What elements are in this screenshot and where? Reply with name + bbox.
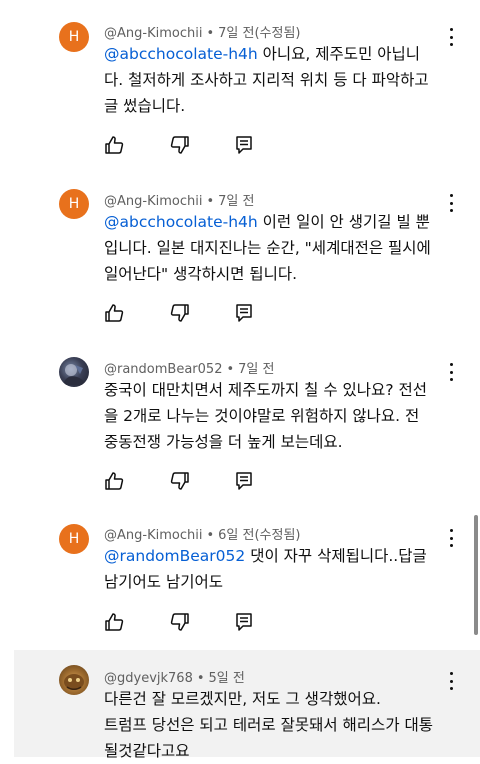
comment-line: 일어난다" 생각하시면 됩니다. [104, 265, 298, 283]
thumbs-up-icon[interactable] [104, 303, 124, 323]
comment-thread-item: H @Ang-Kimochii • 7일 전 @abcchocolate-h4h 이… [0, 160, 480, 330]
comment-reply-icon[interactable] [234, 135, 254, 155]
author-handle[interactable]: @Ang-Kimochii [104, 26, 202, 41]
comment-thread-item-highlighted: @gdyevjk768 • 5일 전 다른건 잘 모르겠지만, 저도 그 생각했어요… [14, 650, 480, 760]
comment-reply-icon[interactable] [234, 612, 254, 632]
comment-line: 될것같다고요 [104, 742, 190, 760]
avatar-image [63, 364, 85, 385]
comment-reply-icon[interactable] [234, 471, 254, 491]
avatar-image [64, 674, 84, 690]
comment-line: 이런 일이 안 생기길 빌 뿐 [262, 213, 430, 231]
more-vertical-icon[interactable] [445, 194, 457, 212]
author-handle[interactable]: @Ang-Kimochii [104, 528, 202, 543]
avatar[interactable]: H [59, 189, 89, 219]
avatar-letter: H [68, 531, 80, 547]
comment-text: @abcchocolate-h4h 아니요, 제주도민 아닙니 다. 철저하게 … [104, 41, 454, 119]
more-vertical-icon[interactable] [445, 28, 457, 46]
scrollbar[interactable] [474, 515, 478, 635]
comment-line: 입니다. 일본 대지진나는 순간, "세계대전은 필시에 [104, 239, 431, 257]
meta-separator: • [206, 194, 215, 209]
comment-actions [104, 471, 264, 491]
comment-actions [104, 303, 264, 323]
comment-thread-item: H @Ang-Kimochii • 6일 전(수정됨) @randomBear052… [0, 500, 480, 650]
avatar[interactable]: H [59, 22, 89, 52]
avatar[interactable]: H [59, 524, 89, 554]
thumbs-up-icon[interactable] [104, 471, 124, 491]
meta-separator: • [196, 671, 205, 686]
comment-line: 중동전쟁 가능성을 더 높게 보는데요. [104, 433, 343, 451]
comment-timestamp[interactable]: 7일 전(수정됨) [218, 26, 300, 41]
comment-line: 글 썼습니다. [104, 97, 186, 115]
thumbs-up-icon[interactable] [104, 135, 124, 155]
author-handle[interactable]: @Ang-Kimochii [104, 194, 202, 209]
more-vertical-icon[interactable] [445, 672, 457, 690]
comment-reply-icon[interactable] [234, 303, 254, 323]
comment-timestamp[interactable]: 7일 전 [238, 362, 274, 377]
comment-timestamp[interactable]: 6일 전(수정됨) [218, 528, 300, 543]
thumbs-down-icon[interactable] [170, 135, 190, 155]
comment-line: 다른건 잘 모르겠지만, 저도 그 생각했어요. [104, 690, 381, 708]
thumbs-down-icon[interactable] [170, 303, 190, 323]
mention-link[interactable]: @randomBear052 [104, 547, 245, 565]
thumbs-up-icon[interactable] [104, 612, 124, 632]
author-handle[interactable]: @gdyevjk768 [104, 671, 193, 686]
meta-separator: • [226, 362, 235, 377]
comment-timestamp[interactable]: 7일 전 [218, 194, 254, 209]
author-handle[interactable]: @randomBear052 [104, 362, 222, 377]
comment-thread-item: @randomBear052 • 7일 전 중국이 대만치면서 제주도까지 칠 수 … [0, 330, 480, 500]
comment-line: 남기어도 남기어도 [104, 573, 224, 591]
mention-link[interactable]: @abcchocolate-h4h [104, 213, 258, 231]
comment-timestamp[interactable]: 5일 전 [209, 671, 245, 686]
comment-line: 중국이 대만치면서 제주도까지 칠 수 있나요? 전선 [104, 381, 427, 399]
comment-meta: @randomBear052 • 7일 전 [104, 358, 274, 377]
comment-line: 트럼프 당선은 되고 테러로 잘못돼서 해리스가 대통 [104, 716, 434, 734]
comment-meta: @gdyevjk768 • 5일 전 [104, 667, 245, 686]
comment-text: @abcchocolate-h4h 이런 일이 안 생기길 빌 뿐 입니다. 일… [104, 209, 454, 287]
comment-meta: @Ang-Kimochii • 6일 전(수정됨) [104, 524, 300, 543]
avatar-letter: H [68, 196, 80, 212]
avatar[interactable] [59, 357, 89, 387]
thumbs-down-icon[interactable] [170, 612, 190, 632]
avatar-letter: H [68, 29, 80, 45]
comment-actions [104, 612, 264, 632]
comment-actions [104, 135, 264, 155]
comment-meta: @Ang-Kimochii • 7일 전 [104, 190, 254, 209]
more-vertical-icon[interactable] [445, 363, 457, 381]
mention-link[interactable]: @abcchocolate-h4h [104, 45, 258, 63]
comment-thread-item: H @Ang-Kimochii • 7일 전(수정됨) @abcchocolate-… [0, 0, 480, 160]
thumbs-down-icon[interactable] [170, 471, 190, 491]
meta-separator: • [206, 528, 215, 543]
avatar[interactable] [59, 665, 89, 695]
comment-line: 아니요, 제주도민 아닙니 [262, 45, 421, 63]
more-vertical-icon[interactable] [445, 529, 457, 547]
comment-line: 다. 철저하게 조사하고 지리적 위치 등 다 파악하고 [104, 71, 429, 89]
comment-meta: @Ang-Kimochii • 7일 전(수정됨) [104, 22, 300, 41]
comment-text: 중국이 대만치면서 제주도까지 칠 수 있나요? 전선 을 2개로 나누는 것이… [104, 377, 454, 455]
meta-separator: • [206, 26, 215, 41]
comment-text: 다른건 잘 모르겠지만, 저도 그 생각했어요. 트럼프 당선은 되고 테러로 … [104, 686, 454, 764]
comment-line: 댓이 자꾸 삭제됩니다..답글 [250, 547, 427, 565]
comment-text: @randomBear052 댓이 자꾸 삭제됩니다..답글 남기어도 남기어도 [104, 543, 454, 595]
comment-line: 을 2개로 나누는 것이야말로 위험하지 않나요. 전 [104, 407, 420, 425]
